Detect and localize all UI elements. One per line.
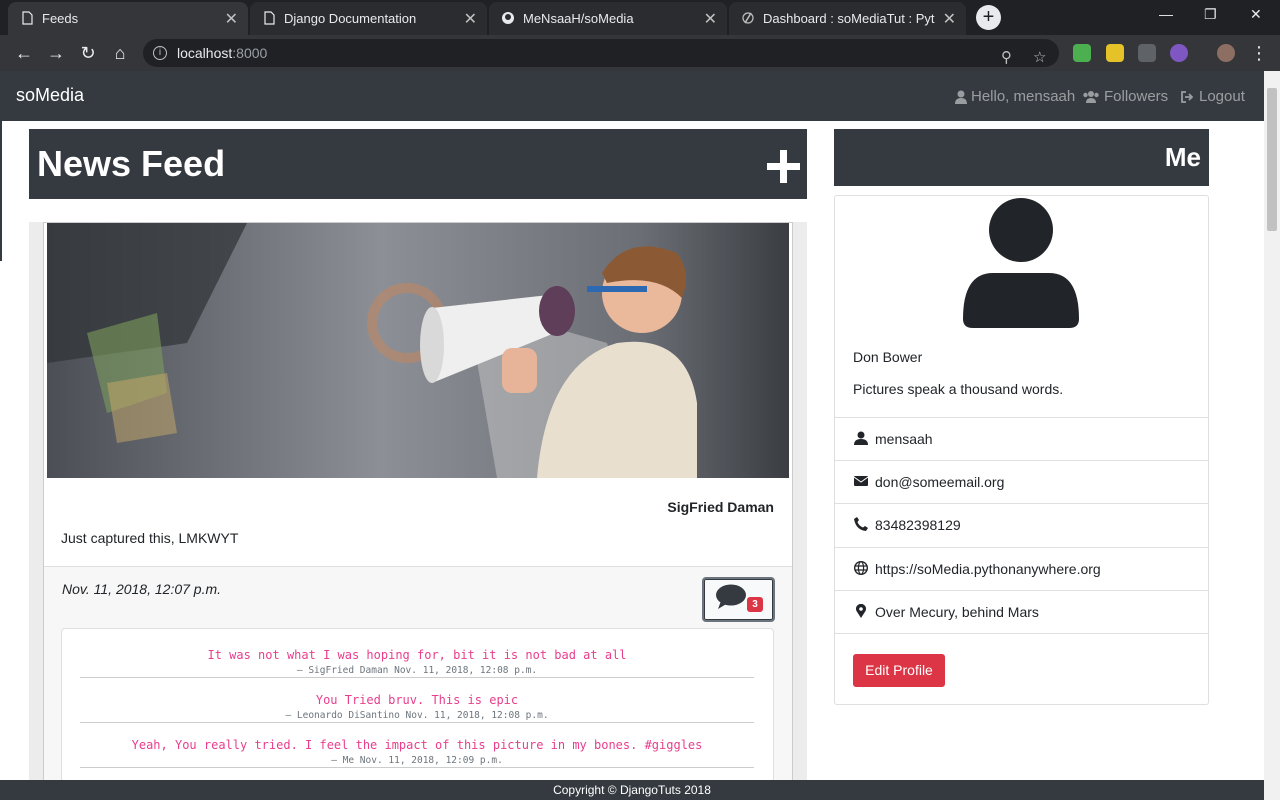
tab-title: Django Documentation <box>284 11 417 26</box>
page-icon <box>264 11 275 25</box>
profile-location: Over Mecury, behind Mars <box>875 604 1039 620</box>
nav-logout-label: Logout <box>1199 88 1245 105</box>
browser-tab-bar: Feeds ✕ Django Documentation ✕ MeNsaaH/s… <box>0 0 1280 35</box>
comment-meta: – SigFried Daman Nov. 11, 2018, 12:08 p.… <box>296 665 538 676</box>
back-arrow-icon[interactable]: ← <box>12 41 36 65</box>
new-tab-button[interactable]: + <box>976 5 1001 30</box>
nav-followers-link[interactable]: Followers <box>1082 88 1168 105</box>
profile-divider <box>835 633 1208 634</box>
profile-username: mensaah <box>875 431 933 447</box>
avatar <box>963 198 1079 328</box>
profile-phone: 83482398129 <box>875 517 961 533</box>
user-icon <box>955 90 967 104</box>
map-marker-icon <box>856 604 866 618</box>
url-port: :8000 <box>232 45 268 61</box>
nav-profile-link[interactable]: Hello, mensaah <box>955 88 1075 105</box>
menu-dots-icon[interactable]: ⋮ <box>1247 41 1271 65</box>
extension-icon[interactable] <box>1138 44 1156 62</box>
comment-item: Yeah, You really tried. I feel the impac… <box>80 738 754 768</box>
comment-meta: – Me Nov. 11, 2018, 12:09 p.m. <box>331 755 503 766</box>
page-scrollbar[interactable] <box>1264 71 1280 800</box>
left-edge-divider <box>0 121 2 261</box>
profile-title: Me <box>1164 142 1201 172</box>
profile-phone-row: 83482398129 <box>835 503 1208 546</box>
comments-button[interactable] <box>702 577 775 622</box>
profile-location-row: Over Mecury, behind Mars <box>835 590 1208 633</box>
nav-logout-link[interactable]: Logout <box>1180 88 1245 105</box>
brand-logo[interactable]: soMedia <box>16 85 84 106</box>
profile-website-row: https://soMedia.pythonanywhere.org <box>835 547 1208 590</box>
window-close-icon[interactable]: ✕ <box>1250 6 1262 23</box>
bookmark-star-icon[interactable]: ☆ <box>1033 44 1046 72</box>
comment-item: It was not what I was hoping for, bit it… <box>80 648 754 678</box>
edit-profile-button[interactable]: Edit Profile <box>853 654 945 687</box>
profile-bio: Pictures speak a thousand words. <box>853 381 1064 397</box>
comment-text: It was not what I was hoping for, bit it… <box>207 648 627 662</box>
post-author: SigFried Daman <box>667 499 774 515</box>
scroll-thumb[interactable] <box>1267 88 1277 231</box>
browser-toolbar: ← → ↻ ⌂ i localhost:8000 ⚲ ☆ ⋮ <box>0 35 1280 71</box>
user-icon <box>854 431 868 445</box>
profile-email: don@someemail.org <box>875 474 1005 490</box>
nav-greeting: Hello, mensaah <box>971 88 1076 105</box>
megaphone-boy-photo <box>47 223 789 478</box>
site-navbar: soMedia Hello, mensaah Followers Logout <box>0 71 1264 121</box>
extension-icon[interactable] <box>1170 44 1188 62</box>
comment-text: Yeah, You really tried. I feel the impac… <box>131 738 703 752</box>
restore-icon[interactable]: ❐ <box>1204 6 1217 23</box>
tab-dashboard[interactable]: Dashboard : soMediaTut : Python ✕ <box>729 2 966 35</box>
profile-website[interactable]: https://soMedia.pythonanywhere.org <box>875 561 1101 577</box>
profile-email-row: don@someemail.org <box>835 460 1208 503</box>
tab-feeds[interactable]: Feeds ✕ <box>8 2 248 35</box>
profile-name: Don Bower <box>853 349 923 365</box>
tab-django-docs[interactable]: Django Documentation ✕ <box>250 2 487 35</box>
comment-meta: – Leonardo DiSantino Nov. 11, 2018, 12:0… <box>285 710 549 721</box>
user-avatar-icon[interactable] <box>1217 44 1235 62</box>
close-icon[interactable]: ✕ <box>704 9 717 29</box>
post-date: Nov. 11, 2018, 12:07 p.m. <box>62 581 222 597</box>
add-post-icon[interactable] <box>767 150 800 183</box>
tab-title: MeNsaaH/soMedia <box>523 11 634 26</box>
info-icon[interactable]: i <box>153 46 167 60</box>
users-icon <box>1083 90 1099 103</box>
url-host: localhost <box>177 45 233 61</box>
envelope-icon <box>854 476 868 486</box>
extension-icon[interactable] <box>1106 44 1124 62</box>
tab-github[interactable]: MeNsaaH/soMedia ✕ <box>489 2 727 35</box>
github-icon <box>502 12 514 24</box>
comment-icon <box>716 584 746 609</box>
zoom-icon[interactable]: ⚲ <box>1001 44 1012 72</box>
page-title: News Feed <box>37 143 226 184</box>
profile-header: Me <box>834 129 1209 186</box>
page-footer: Copyright © DjangoTuts 2018 <box>0 780 1264 800</box>
address-bar[interactable]: i localhost:8000 ⚲ ☆ <box>143 39 1059 67</box>
extension-icon[interactable] <box>1073 44 1091 62</box>
reload-icon[interactable]: ↻ <box>76 41 100 65</box>
tab-title: Dashboard : soMediaTut : Python <box>763 11 935 26</box>
post-caption: Just captured this, LMKWYT <box>61 530 239 546</box>
globe-icon <box>854 561 868 575</box>
close-icon[interactable]: ✕ <box>943 9 956 29</box>
minimize-icon[interactable]: — <box>1159 6 1173 22</box>
post-image <box>47 223 789 478</box>
nav-followers-label: Followers <box>1104 88 1169 105</box>
close-icon[interactable]: ✕ <box>225 9 238 29</box>
pythonanywhere-icon <box>742 12 754 24</box>
comment-item: You Tried bruv. This is epic – Leonardo … <box>80 693 754 723</box>
comment-text: You Tried bruv. This is epic <box>315 693 519 707</box>
sign-out-icon <box>1181 90 1194 103</box>
phone-icon <box>854 517 868 531</box>
close-icon[interactable]: ✕ <box>464 9 477 29</box>
profile-username-row: mensaah <box>835 417 1208 460</box>
comment-count-badge: 3 <box>747 597 763 612</box>
page-icon <box>22 11 33 25</box>
home-icon[interactable]: ⌂ <box>108 41 132 65</box>
forward-arrow-icon[interactable]: → <box>44 41 68 65</box>
tab-title: Feeds <box>42 11 79 26</box>
news-feed-header: News Feed <box>29 129 807 199</box>
